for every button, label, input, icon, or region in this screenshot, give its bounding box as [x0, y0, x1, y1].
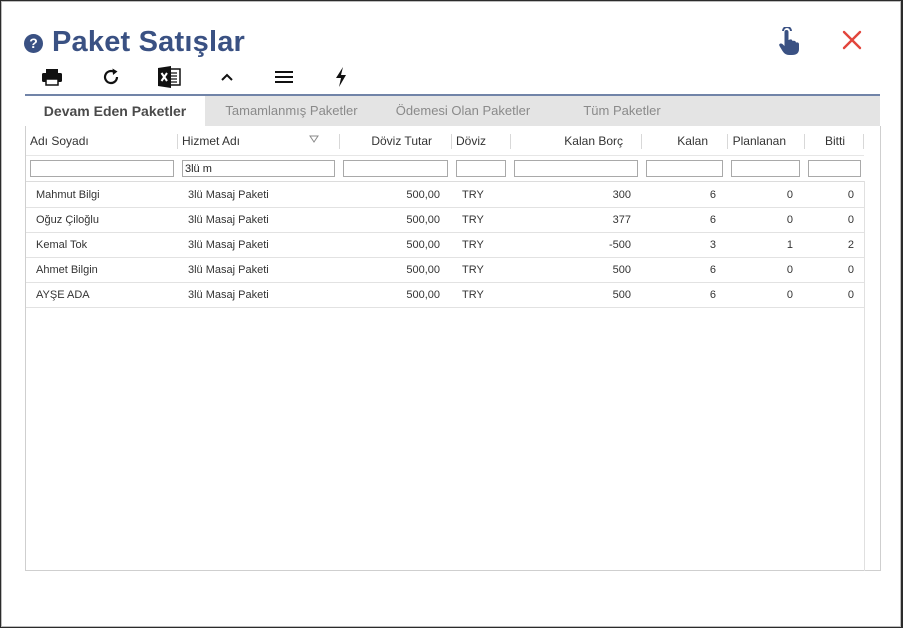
lightning-icon[interactable]	[327, 66, 355, 88]
cell-currency: TRY	[462, 214, 484, 226]
column-separator	[641, 134, 642, 149]
column-separator	[727, 134, 728, 149]
refresh-icon[interactable]	[97, 66, 125, 88]
cell-service: 3lü Masaj Paketi	[188, 289, 269, 301]
cell-name: Oğuz Çiloğlu	[36, 214, 99, 226]
column-header-kalan-borc[interactable]: Kalan Borç	[516, 126, 623, 156]
cell-remaining: 6	[709, 214, 716, 226]
column-separator	[510, 134, 511, 149]
cell-debt: 377	[612, 214, 631, 226]
filter-hizmet-adi[interactable]	[182, 160, 335, 177]
cell-done: 2	[847, 239, 854, 251]
touch-icon[interactable]	[774, 27, 802, 57]
cell-amount: 500,00	[406, 239, 440, 251]
cell-remaining: 3	[709, 239, 716, 251]
table-row[interactable]: Oğuz Çiloğlu 3lü Masaj Paketi 500,00 TRY 377…	[26, 208, 864, 233]
cell-done: 0	[847, 189, 854, 201]
dialog-window: ? Paket Satışlar Devam Eden Paketler Tam…	[1, 1, 901, 627]
cell-service: 3lü Masaj Paketi	[188, 214, 269, 226]
column-separator	[339, 134, 340, 149]
column-header-doviz-tutar[interactable]: Döviz Tutar	[346, 126, 432, 156]
tab-tamamlanmis[interactable]: Tamamlanmış Paketler	[205, 96, 378, 126]
cell-name: Kemal Tok	[36, 239, 88, 251]
header-divider	[26, 155, 864, 156]
tab-devam-eden[interactable]: Devam Eden Paketler	[25, 96, 205, 126]
column-separator	[451, 134, 452, 149]
filter-doviz[interactable]	[456, 160, 506, 177]
column-header-bitti[interactable]: Bitti	[809, 126, 845, 156]
cell-done: 0	[847, 264, 854, 276]
filter-doviz-tutar[interactable]	[343, 160, 448, 177]
cell-currency: TRY	[462, 239, 484, 251]
cell-debt: 500	[612, 264, 631, 276]
cell-remaining: 6	[709, 264, 716, 276]
table-row[interactable]: Ahmet Bilgin 3lü Masaj Paketi 500,00 TRY 500…	[26, 258, 864, 283]
cell-name: Mahmut Bilgi	[36, 189, 100, 201]
chevron-up-icon[interactable]	[213, 66, 241, 88]
title-bar: ? Paket Satışlar	[24, 22, 245, 62]
filter-bitti[interactable]	[808, 160, 861, 177]
cell-amount: 500,00	[406, 264, 440, 276]
cell-service: 3lü Masaj Paketi	[188, 264, 269, 276]
table-row[interactable]: AYŞE ADA 3lü Masaj Paketi 500,00 TRY 500 6 0 0	[26, 283, 864, 308]
data-grid: Adı Soyadı Hizmet Adı Döviz Tutar Döviz …	[25, 126, 881, 571]
cell-currency: TRY	[462, 289, 484, 301]
cell-currency: TRY	[462, 189, 484, 201]
column-header-hizmet-adi[interactable]: Hizmet Adı	[182, 126, 302, 156]
page-title: Paket Satışlar	[52, 25, 246, 58]
filter-kalan[interactable]	[646, 160, 723, 177]
cell-currency: TRY	[462, 264, 484, 276]
grid-rows: Mahmut Bilgi 3lü Masaj Paketi 500,00 TRY 300…	[26, 183, 864, 308]
cell-planned: 0	[786, 264, 793, 276]
cell-amount: 500,00	[406, 214, 440, 226]
filter-divider	[26, 181, 864, 182]
cell-debt: 500	[612, 289, 631, 301]
column-header-kalan[interactable]: Kalan	[646, 126, 708, 156]
cell-name: Ahmet Bilgin	[36, 264, 98, 276]
cell-done: 0	[847, 289, 854, 301]
column-separator	[863, 134, 864, 149]
cell-planned: 1	[786, 239, 793, 251]
cell-planned: 0	[786, 189, 793, 201]
tab-bar: Devam Eden Paketler Tamamlanmış Paketler…	[25, 94, 880, 126]
cell-amount: 500,00	[406, 289, 440, 301]
cell-name: AYŞE ADA	[36, 289, 90, 301]
cell-amount: 500,00	[406, 189, 440, 201]
cell-done: 0	[847, 214, 854, 226]
cell-debt: -500	[608, 239, 631, 251]
column-header-adi-soyadi[interactable]: Adı Soyadı	[30, 126, 170, 156]
column-separator	[177, 134, 178, 149]
close-icon[interactable]	[840, 28, 864, 52]
print-icon[interactable]	[38, 66, 66, 88]
filter-planlanan[interactable]	[731, 160, 800, 177]
column-separator	[804, 134, 805, 149]
table-row[interactable]: Mahmut Bilgi 3lü Masaj Paketi 500,00 TRY 300…	[26, 183, 864, 208]
menu-icon[interactable]	[270, 66, 298, 88]
cell-service: 3lü Masaj Paketi	[188, 189, 269, 201]
table-row[interactable]: Kemal Tok 3lü Masaj Paketi 500,00 TRY -500 3 1…	[26, 233, 864, 258]
excel-icon[interactable]	[155, 66, 183, 88]
column-header-planlanan[interactable]: Planlanan	[732, 126, 786, 156]
cell-remaining: 6	[709, 189, 716, 201]
cell-debt: 300	[612, 189, 631, 201]
tab-odemesi-olan[interactable]: Ödemesi Olan Paketler	[378, 96, 548, 126]
cell-planned: 0	[786, 289, 793, 301]
column-header-doviz[interactable]: Döviz	[456, 126, 506, 156]
tab-tum-paketler[interactable]: Tüm Paketler	[548, 96, 696, 126]
filter-adi-soyadi[interactable]	[30, 160, 174, 177]
help-icon[interactable]: ?	[24, 33, 43, 53]
filter-icon[interactable]	[309, 135, 319, 144]
filter-kalan-borc[interactable]	[514, 160, 638, 177]
cell-remaining: 6	[709, 289, 716, 301]
cell-service: 3lü Masaj Paketi	[188, 239, 269, 251]
scrollbar-gutter	[864, 181, 865, 571]
cell-planned: 0	[786, 214, 793, 226]
